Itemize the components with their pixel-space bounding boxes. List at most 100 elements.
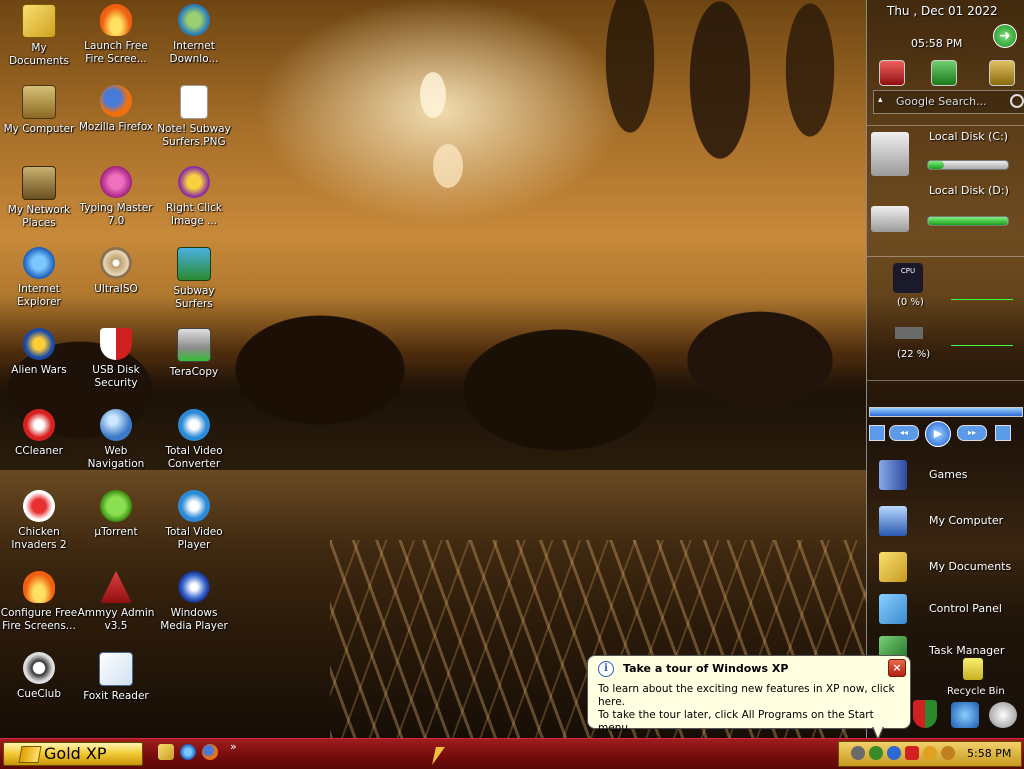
desktop-icon-ultraiso[interactable]: UltraISO: [77, 247, 155, 296]
cpu-ram-panel: CPU (0 %) (22 %): [867, 256, 1024, 367]
computer-icon: [879, 506, 907, 536]
sidebar-date: Thu , Dec 01 2022: [887, 4, 998, 18]
power-icon[interactable]: [879, 60, 905, 86]
show-desktop-icon[interactable]: [158, 744, 174, 760]
stop-icon[interactable]: [869, 425, 885, 441]
tray-network-icon[interactable]: [869, 746, 883, 760]
desktop-icon-internet-explorer[interactable]: Internet Explorer: [0, 247, 78, 309]
restart-icon[interactable]: [931, 60, 957, 86]
ram-graph: [951, 345, 1013, 346]
quicklaunch-chevron[interactable]: »: [230, 740, 237, 753]
sidebar-time: 05:58 PM: [911, 37, 963, 50]
tray-clock-icon[interactable]: [923, 746, 937, 760]
foxit-icon: [99, 652, 133, 686]
desktop-icon-mozilla-firefox[interactable]: Mozilla Firefox: [77, 85, 155, 134]
hard-drive-icon: [871, 132, 909, 176]
desktop-icon-alien-wars[interactable]: Alien Wars: [0, 328, 78, 377]
desktop-icon-my-computer[interactable]: My Computer: [0, 85, 78, 136]
desktop-icon-chicken-invaders-2[interactable]: Chicken Invaders 2: [0, 490, 78, 552]
start-button[interactable]: Gold XP: [3, 742, 143, 766]
desktop-icon-subway-surfers[interactable]: Subway Surfers: [155, 247, 233, 311]
next-icon[interactable]: ▸▸: [957, 425, 987, 441]
tray-info-icon[interactable]: [887, 746, 901, 760]
alien-wars-icon: [23, 328, 55, 360]
close-icon[interactable]: ×: [888, 659, 906, 677]
desktop-icon-utorrent[interactable]: µTorrent: [77, 490, 155, 539]
arrow-right-icon[interactable]: ➜: [993, 24, 1017, 48]
logoff-icon[interactable]: [989, 60, 1015, 86]
ie-icon[interactable]: [180, 744, 196, 760]
desktop-icon-right-click-image[interactable]: Right Click Image ...: [155, 166, 233, 228]
disc-icon: [100, 247, 132, 279]
desktop-icon-typing-master[interactable]: Typing Master 7.0: [77, 166, 155, 228]
desktop-icon-teracopy[interactable]: TeraCopy: [155, 328, 233, 379]
firefox-icon[interactable]: [202, 744, 218, 760]
network-globe-icon[interactable]: [951, 702, 979, 728]
cpu-meter-icon: CPU: [893, 263, 923, 293]
recycle-bin-icon[interactable]: [963, 658, 983, 680]
play-icon[interactable]: ▶: [925, 421, 951, 447]
desktop-icon-windows-media-player[interactable]: Windows Media Player: [155, 571, 233, 633]
taskbar-clock[interactable]: 5:58 PM: [967, 747, 1011, 760]
search-input[interactable]: Google Search... ▴: [873, 90, 1024, 114]
sidebar-link-my-computer[interactable]: My Computer: [867, 502, 1024, 542]
video-converter-icon: [178, 409, 210, 441]
sidebar-link-games[interactable]: Games: [867, 456, 1024, 496]
chicken-icon: [23, 490, 55, 522]
search-icon[interactable]: [1010, 94, 1024, 108]
recycle-bin-label: Recycle Bin: [947, 686, 1005, 697]
tray-app-icon[interactable]: [851, 746, 865, 760]
disk-panel: Local Disk (C:) Local Disk (D:): [867, 125, 1024, 254]
media-seek-bar[interactable]: [869, 407, 1023, 417]
sidebar: Thu , Dec 01 2022 05:58 PM ➜ Google Sear…: [866, 0, 1024, 738]
network-icon: [22, 166, 56, 200]
tray-search-icon[interactable]: [941, 746, 955, 760]
previous-icon[interactable]: ◂◂: [889, 425, 919, 441]
chevron-up-down-icon[interactable]: ▴: [878, 95, 883, 105]
subway-surfers-icon: [177, 247, 211, 281]
sun-glare: [433, 144, 463, 188]
shield-icon: [100, 328, 132, 360]
tray-security-icon[interactable]: [905, 746, 919, 760]
folder-documents-icon: [879, 552, 907, 582]
image-file-icon: [180, 85, 208, 119]
taskbar: Gold XP » 5:58 PM: [0, 738, 1024, 769]
cpu-graph: [951, 299, 1013, 300]
teracopy-icon: [177, 328, 211, 362]
folder-documents-icon: [22, 4, 56, 38]
ie-icon: [23, 247, 55, 279]
video-player-icon: [178, 490, 210, 522]
desktop-icon-total-video-converter[interactable]: Total Video Converter: [155, 409, 233, 471]
games-folder-icon: [879, 460, 907, 490]
desktop-icon-note-subway-surfers[interactable]: Note! Subway Surfers.PNG: [155, 85, 233, 149]
desktop-icon-foxit-reader[interactable]: Foxit Reader: [77, 652, 155, 703]
desktop-icon-my-documents[interactable]: My Documents: [0, 4, 78, 68]
desktop-icon-cueclub[interactable]: CueClub: [0, 652, 78, 701]
tour-balloon[interactable]: i Take a tour of Windows XP × To learn a…: [587, 655, 911, 747]
balloon-title: Take a tour of Windows XP: [623, 662, 789, 675]
gear-star-icon: [178, 166, 210, 198]
ram-value: (22 %): [897, 349, 931, 360]
ammyy-icon: [100, 571, 132, 603]
sun-glare: [420, 72, 446, 118]
desktop-icon-ammyy-admin[interactable]: Ammyy Admin v3.5: [77, 571, 155, 633]
sidebar-link-control-panel[interactable]: Control Panel: [867, 590, 1024, 630]
desktop-icon-total-video-player[interactable]: Total Video Player: [155, 490, 233, 552]
typing-master-icon: [100, 166, 132, 198]
desktop-icon-internet-download-manager[interactable]: Internet Downlo...: [155, 4, 233, 66]
desktop-icon-ccleaner[interactable]: CCleaner: [0, 409, 78, 458]
desktop-icon-web-navigation[interactable]: Web Navigation: [77, 409, 155, 471]
desktop-icon-configure-free-fire[interactable]: Configure Free Fire Screens...: [0, 571, 78, 633]
desktop-icon-launch-free-fire[interactable]: Launch Free Fire Scree...: [77, 4, 155, 66]
eject-icon[interactable]: [995, 425, 1011, 441]
speaker-icon[interactable]: [989, 702, 1017, 728]
control-panel-icon: [879, 594, 907, 624]
fire-icon: [23, 571, 55, 603]
desktop-icon-my-network-places[interactable]: My Network Places: [0, 166, 78, 230]
cueclub-icon: [23, 652, 55, 684]
disk-d-usage-bar: [927, 216, 1009, 226]
sidebar-link-my-documents[interactable]: My Documents: [867, 548, 1024, 588]
system-tray: 5:58 PM: [838, 741, 1022, 767]
security-center-icon[interactable]: [913, 700, 937, 728]
desktop-icon-usb-disk-security[interactable]: USB Disk Security: [77, 328, 155, 390]
